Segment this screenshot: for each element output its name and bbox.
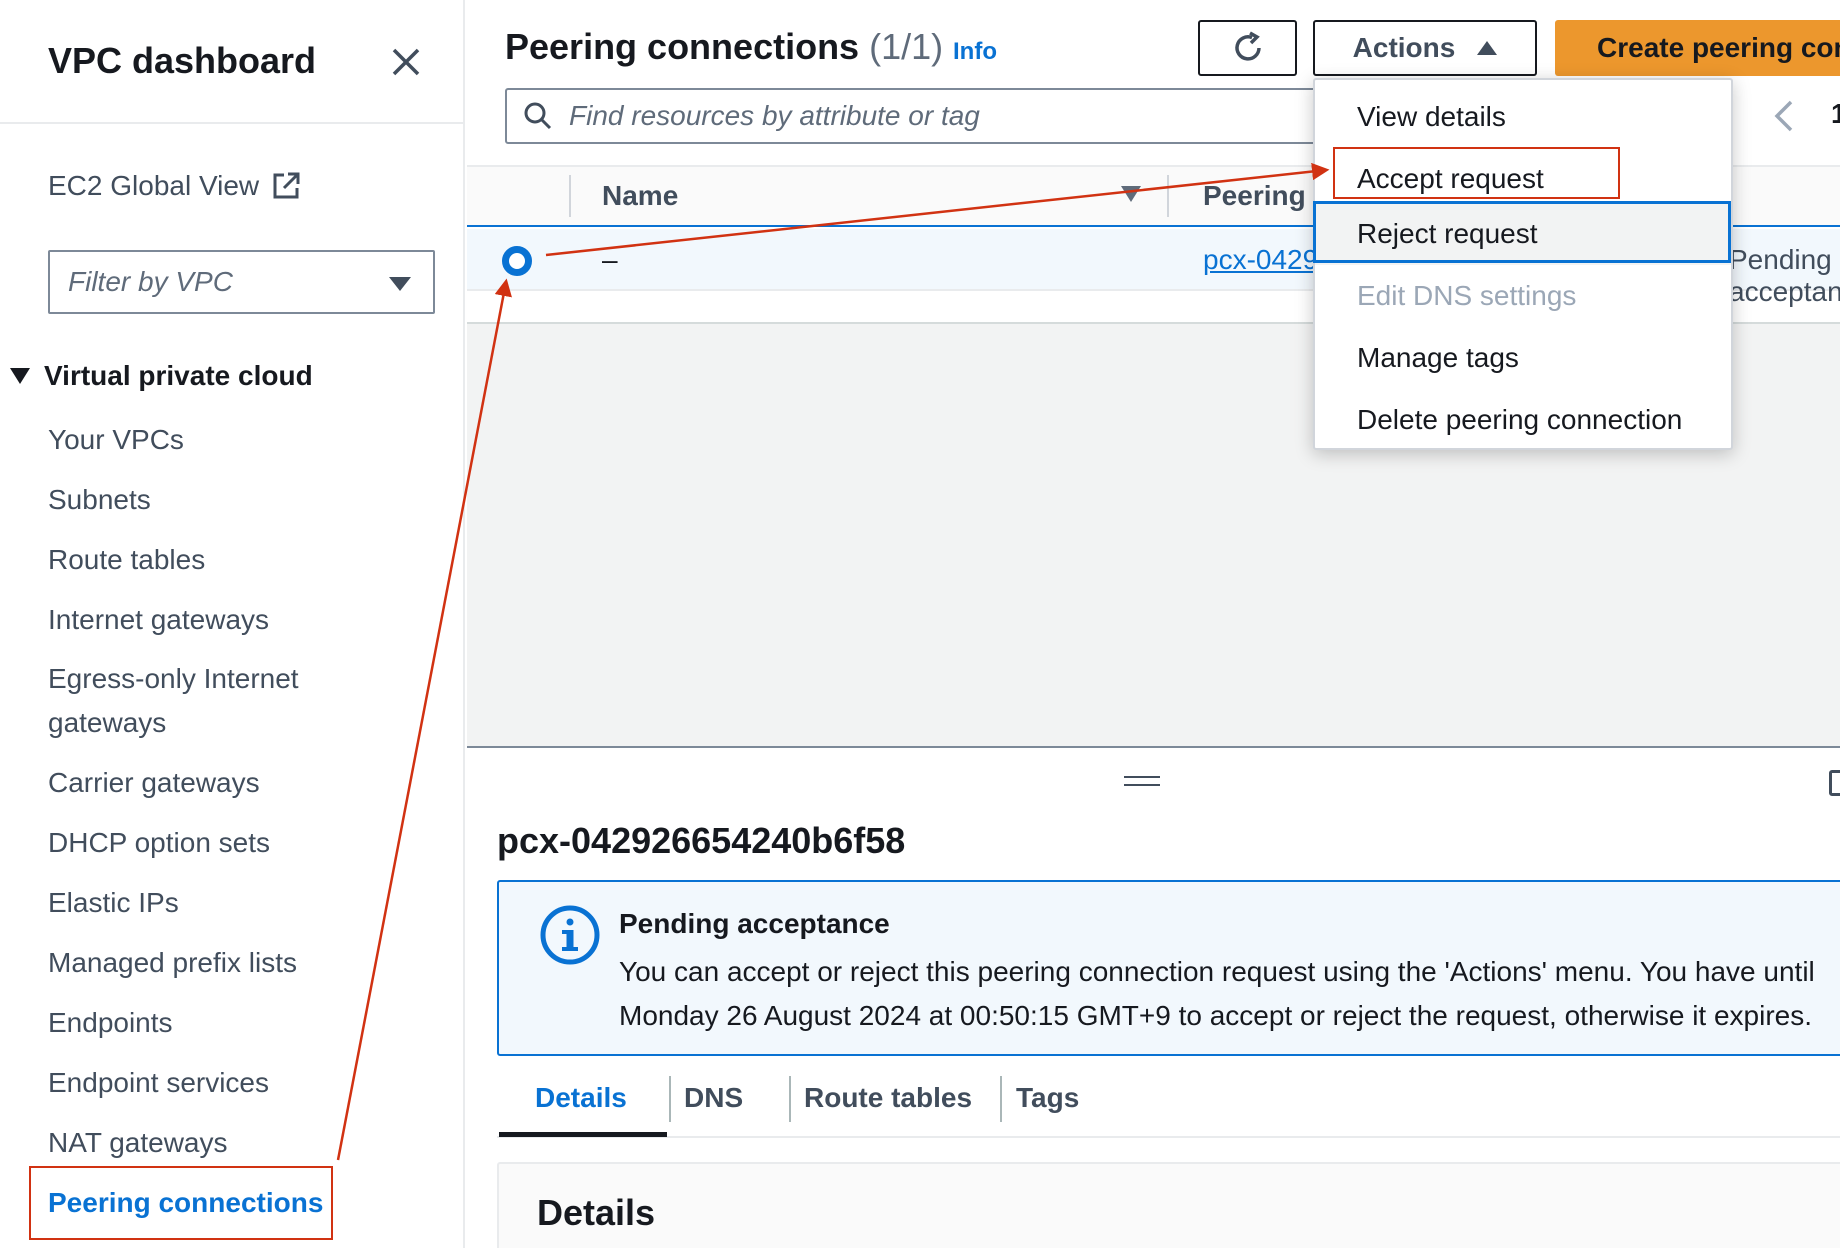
section-label: Virtual private cloud xyxy=(44,360,313,391)
actions-dropdown-menu: View details Accept request Reject reque… xyxy=(1313,78,1733,450)
actions-button-label: Actions xyxy=(1352,32,1456,63)
sidebar: VPC dashboard EC2 Global View Filter by … xyxy=(0,0,465,1248)
menu-item-edit-dns-settings: Edit DNS settings xyxy=(1357,280,1577,311)
menu-item-view-details[interactable]: View details xyxy=(1315,86,1731,148)
sidebar-item-endpoints[interactable]: Endpoints xyxy=(48,1001,173,1045)
search-input[interactable]: Find resources by attribute or tag xyxy=(505,88,1385,144)
alert-message: You can accept or reject this peering co… xyxy=(619,950,1840,1038)
alert-message-line2: Monday 26 August 2024 at 00:50:15 GMT+9 … xyxy=(619,1000,1813,1031)
tab-divider xyxy=(1000,1076,1002,1122)
info-icon xyxy=(540,905,600,965)
ec2-global-view-link[interactable]: EC2 Global View xyxy=(48,170,301,202)
tab-route-tables[interactable]: Route tables xyxy=(804,1082,972,1114)
global-view-label: EC2 Global View xyxy=(48,170,260,201)
page-number[interactable]: 1 xyxy=(1831,98,1840,130)
resize-handle-icon[interactable] xyxy=(1124,776,1160,790)
row-status-cell: Pending acceptance xyxy=(1729,244,1840,307)
refresh-button[interactable] xyxy=(1198,20,1297,76)
create-peering-connection-button[interactable]: Create peering connection xyxy=(1555,20,1840,76)
sidebar-item-managed-prefix-lists[interactable]: Managed prefix lists xyxy=(48,941,297,985)
sidebar-item-subnets[interactable]: Subnets xyxy=(48,478,151,522)
tab-tags[interactable]: Tags xyxy=(1016,1082,1079,1114)
page-title-text: Peering connections xyxy=(505,26,860,67)
column-divider[interactable] xyxy=(1167,175,1169,217)
sidebar-item-your-vpcs[interactable]: Your VPCs xyxy=(48,418,184,462)
detail-tabs: Details DNS Route tables Tags xyxy=(497,1070,1840,1138)
filter-by-vpc-placeholder: Filter by VPC xyxy=(68,266,233,297)
search-placeholder: Find resources by attribute or tag xyxy=(569,100,980,131)
focus-ring-reject xyxy=(1313,201,1731,263)
split-panel-divider xyxy=(467,746,1840,748)
sidebar-item-route-tables[interactable]: Route tables xyxy=(48,538,205,582)
tab-divider xyxy=(789,1076,791,1122)
search-icon xyxy=(524,102,552,130)
sidebar-item-endpoint-services[interactable]: Endpoint services xyxy=(48,1061,269,1105)
split-panel-preferences-icon[interactable] xyxy=(1829,770,1840,796)
row-select-radio[interactable] xyxy=(502,246,532,276)
active-tab-indicator xyxy=(499,1132,667,1137)
external-link-icon xyxy=(273,172,300,199)
sidebar-item-nat-gateways[interactable]: NAT gateways xyxy=(48,1121,227,1165)
details-section-title: Details xyxy=(537,1192,656,1233)
alert-message-line1: You can accept or reject this peering co… xyxy=(619,956,1815,987)
column-header-name[interactable]: Name xyxy=(602,180,678,212)
section-virtual-private-cloud[interactable]: Virtual private cloud xyxy=(10,360,313,392)
sidebar-item-egress-only-gateways-line2[interactable]: gateways xyxy=(48,701,166,745)
menu-item-delete-peering-connection[interactable]: Delete peering connection xyxy=(1315,389,1731,451)
detail-title: pcx-042926654240b6f58 xyxy=(497,820,906,861)
sidebar-item-dhcp-option-sets[interactable]: DHCP option sets xyxy=(48,821,270,865)
menu-item-manage-tags[interactable]: Manage tags xyxy=(1315,327,1731,389)
chevron-left-icon[interactable] xyxy=(1769,98,1799,134)
tab-divider xyxy=(669,1076,671,1122)
caret-down-icon xyxy=(389,277,411,291)
filter-by-vpc-select[interactable]: Filter by VPC xyxy=(48,250,435,314)
sidebar-item-carrier-gateways[interactable]: Carrier gateways xyxy=(48,761,260,805)
row-name-cell: – xyxy=(602,244,618,275)
sidebar-item-elastic-ips[interactable]: Elastic IPs xyxy=(48,881,179,925)
close-icon[interactable] xyxy=(384,40,428,84)
tab-dns[interactable]: DNS xyxy=(684,1082,743,1114)
alert-title: Pending acceptance xyxy=(619,908,890,939)
caret-up-icon xyxy=(1477,41,1498,55)
selection-count: (1/1) xyxy=(869,26,944,67)
details-container: Details xyxy=(497,1162,1840,1248)
sidebar-item-egress-only-gateways[interactable]: Egress-only Internet xyxy=(48,657,299,701)
caret-down-icon xyxy=(10,368,30,384)
sort-desc-icon[interactable] xyxy=(1121,186,1141,202)
actions-button[interactable]: Actions xyxy=(1313,20,1537,76)
annotation-highlight-peering xyxy=(29,1166,333,1240)
pending-acceptance-alert: Pending acceptance You can accept or rej… xyxy=(497,880,1840,1056)
column-divider xyxy=(569,175,571,217)
sidebar-header: VPC dashboard xyxy=(0,0,463,124)
refresh-icon xyxy=(1234,31,1261,61)
sidebar-item-internet-gateways[interactable]: Internet gateways xyxy=(48,598,269,642)
tab-details[interactable]: Details xyxy=(535,1082,627,1114)
sidebar-title: VPC dashboard xyxy=(48,40,317,81)
info-link[interactable]: Info xyxy=(953,38,997,66)
page-title: Peering connections (1/1) xyxy=(505,26,943,68)
annotation-highlight-accept xyxy=(1333,147,1620,199)
